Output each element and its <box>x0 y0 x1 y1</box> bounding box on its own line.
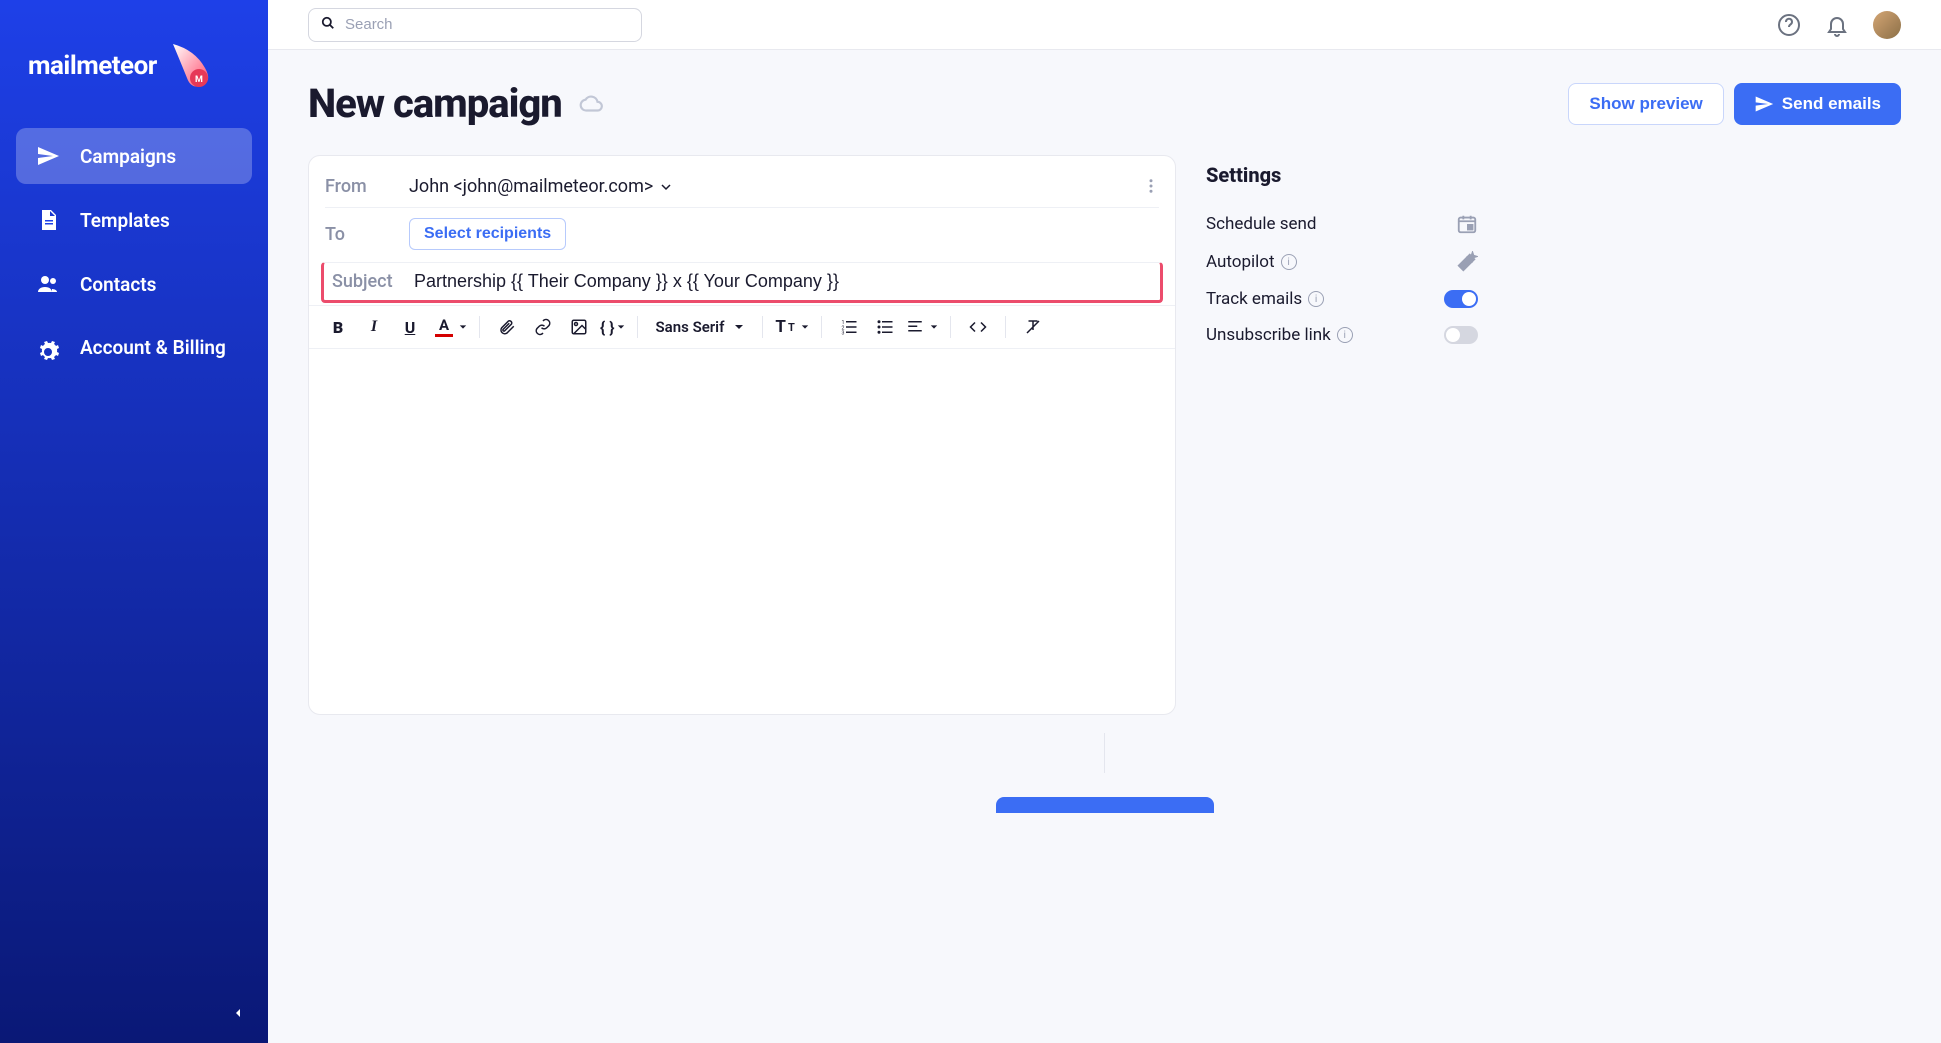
sidebar-item-label: Account & Billing <box>80 336 226 361</box>
show-preview-button[interactable]: Show preview <box>1568 83 1723 125</box>
toolbar-separator <box>637 316 638 338</box>
toolbar-separator <box>821 316 822 338</box>
info-icon[interactable]: i <box>1337 327 1353 343</box>
bottom-action-button[interactable] <box>996 797 1214 813</box>
attachment-button[interactable] <box>492 312 522 342</box>
search-icon <box>321 15 335 34</box>
italic-button[interactable]: I <box>359 312 389 342</box>
send-emails-button[interactable]: Send emails <box>1734 83 1901 125</box>
info-icon[interactable]: i <box>1281 254 1297 270</box>
from-label: From <box>325 176 409 197</box>
font-dropdown[interactable]: Sans Serif <box>650 318 751 336</box>
setting-autopilot[interactable]: Autopiloti <box>1206 243 1478 281</box>
meteor-icon: M <box>165 40 217 92</box>
settings-panel: Settings Schedule send Autopiloti Track … <box>1206 155 1478 353</box>
topbar <box>268 0 1941 50</box>
settings-title: Settings <box>1206 163 1478 187</box>
text-size-button[interactable]: TT <box>775 317 808 337</box>
ordered-list-button[interactable]: 123 <box>834 312 864 342</box>
to-row: To Select recipients <box>325 207 1159 260</box>
clear-format-button[interactable] <box>1018 312 1048 342</box>
avatar[interactable] <box>1873 11 1901 39</box>
editor-card: From John <john@mailmeteor.com> To Selec… <box>308 155 1176 715</box>
sidebar-item-account[interactable]: Account & Billing <box>16 320 252 380</box>
more-menu-button[interactable] <box>1139 174 1163 198</box>
toolbar-separator <box>950 316 951 338</box>
caret-down-icon <box>617 323 625 331</box>
underline-button[interactable]: U <box>395 312 425 342</box>
search-box[interactable] <box>308 8 642 42</box>
document-icon <box>36 208 60 232</box>
page-title: New campaign <box>308 80 562 127</box>
editor-toolbar: B I U A { } <box>309 305 1175 349</box>
select-recipients-button[interactable]: Select recipients <box>409 218 566 250</box>
collapse-sidebar-button[interactable] <box>224 999 252 1027</box>
align-button[interactable] <box>906 318 938 336</box>
from-dropdown[interactable]: John <john@mailmeteor.com> <box>409 176 671 197</box>
nav: Campaigns Templates Contacts Account & B… <box>0 128 268 388</box>
sidebar-item-contacts[interactable]: Contacts <box>16 256 252 312</box>
caret-down-icon <box>930 323 938 331</box>
page-header: New campaign Show preview Send emails <box>308 80 1901 127</box>
sidebar: mailmeteor M Campaigns Templates Contact… <box>0 0 268 1043</box>
setting-track: Track emailsi <box>1206 281 1478 317</box>
logo-text: mailmeteor <box>28 51 157 81</box>
search-input[interactable] <box>345 16 629 33</box>
to-label: To <box>325 224 409 245</box>
unsubscribe-toggle[interactable] <box>1444 326 1478 344</box>
logo[interactable]: mailmeteor M <box>0 24 268 128</box>
send-icon <box>36 144 60 168</box>
sidebar-item-label: Contacts <box>80 273 156 296</box>
track-toggle[interactable] <box>1444 290 1478 308</box>
link-button[interactable] <box>528 312 558 342</box>
divider <box>1104 733 1105 773</box>
sidebar-item-label: Campaigns <box>80 145 176 168</box>
subject-label: Subject <box>330 271 414 292</box>
subject-row: Subject <box>321 262 1163 303</box>
toolbar-separator <box>762 316 763 338</box>
content: New campaign Show preview Send emails <box>268 50 1941 1043</box>
setting-schedule[interactable]: Schedule send <box>1206 205 1478 243</box>
toolbar-separator <box>479 316 480 338</box>
calendar-icon[interactable] <box>1456 213 1478 235</box>
sidebar-item-campaigns[interactable]: Campaigns <box>16 128 252 184</box>
from-value: John <john@mailmeteor.com> <box>409 176 653 197</box>
subject-input[interactable] <box>414 271 1154 292</box>
caret-down-icon <box>661 182 671 192</box>
info-icon[interactable]: i <box>1308 291 1324 307</box>
people-icon <box>36 272 60 296</box>
caret-down-icon <box>801 323 809 331</box>
sidebar-item-label: Templates <box>80 209 170 232</box>
caret-down-icon <box>459 323 467 331</box>
unordered-list-button[interactable] <box>870 312 900 342</box>
svg-text:M: M <box>195 75 203 85</box>
code-button[interactable] <box>963 312 993 342</box>
editor-body[interactable] <box>309 349 1175 714</box>
text-color-button[interactable]: A <box>431 316 467 339</box>
gear-icon <box>36 340 60 364</box>
magic-wand-icon[interactable] <box>1456 251 1478 273</box>
toolbar-separator <box>1005 316 1006 338</box>
help-icon[interactable] <box>1777 13 1801 37</box>
send-icon <box>1754 94 1774 114</box>
bell-icon[interactable] <box>1825 13 1849 37</box>
setting-unsubscribe: Unsubscribe linki <box>1206 317 1478 353</box>
variables-button[interactable]: { } <box>600 318 625 337</box>
image-button[interactable] <box>564 312 594 342</box>
from-row: From John <john@mailmeteor.com> <box>325 166 1159 207</box>
main: New campaign Show preview Send emails <box>268 0 1941 1043</box>
svg-text:3: 3 <box>841 331 844 337</box>
sidebar-item-templates[interactable]: Templates <box>16 192 252 248</box>
caret-down-icon <box>734 322 744 332</box>
bold-button[interactable]: B <box>323 312 353 342</box>
cloud-icon <box>578 91 604 117</box>
